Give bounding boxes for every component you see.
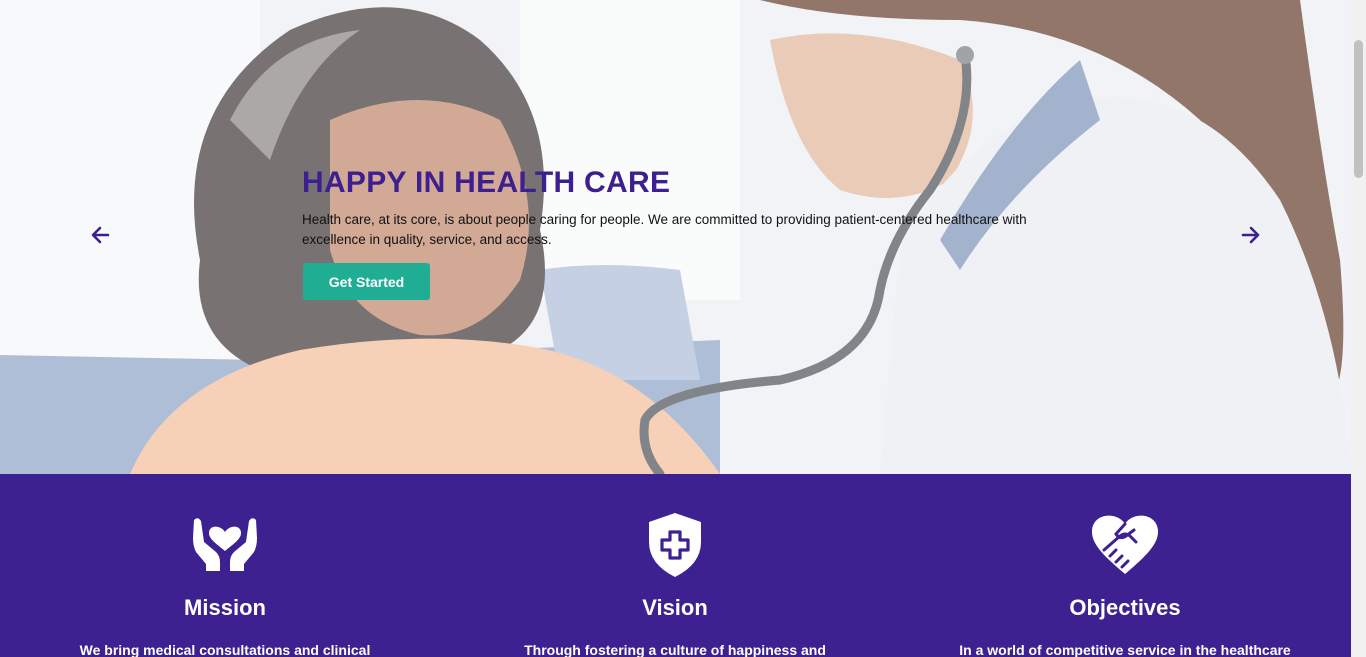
feature-title: Objectives xyxy=(1069,595,1181,620)
shield-cross-icon xyxy=(649,513,701,577)
feature-text: Through fostering a culture of happiness… xyxy=(524,642,826,657)
arrow-right-icon xyxy=(1241,226,1260,244)
carousel-prev-button[interactable] xyxy=(88,222,114,248)
feature-text: We bring medical consultations and clini… xyxy=(79,642,371,657)
feature-text: In a world of competitive service in the… xyxy=(959,642,1291,657)
arrow-left-icon xyxy=(91,226,110,244)
hero-title: HAPPY IN HEALTH CARE xyxy=(302,166,671,199)
feature-title: Vision xyxy=(642,595,708,620)
page-scrollbar[interactable] xyxy=(1351,0,1366,657)
hands-heart-icon xyxy=(193,518,257,571)
features-section: Mission We bring medical consultations a… xyxy=(0,474,1351,657)
hero-content: HAPPY IN HEALTH CARE Health care, at its… xyxy=(302,164,1042,300)
hero-carousel: HAPPY IN HEALTH CARE Health care, at its… xyxy=(0,0,1351,474)
handshake-heart-icon xyxy=(1091,515,1159,574)
carousel-next-button[interactable] xyxy=(1237,222,1263,248)
scrollbar-thumb[interactable] xyxy=(1354,40,1363,178)
hero-description: Health care, at its core, is about peopl… xyxy=(302,212,1027,247)
get-started-button[interactable]: Get Started xyxy=(303,263,430,300)
feature-title: Mission xyxy=(184,595,266,620)
